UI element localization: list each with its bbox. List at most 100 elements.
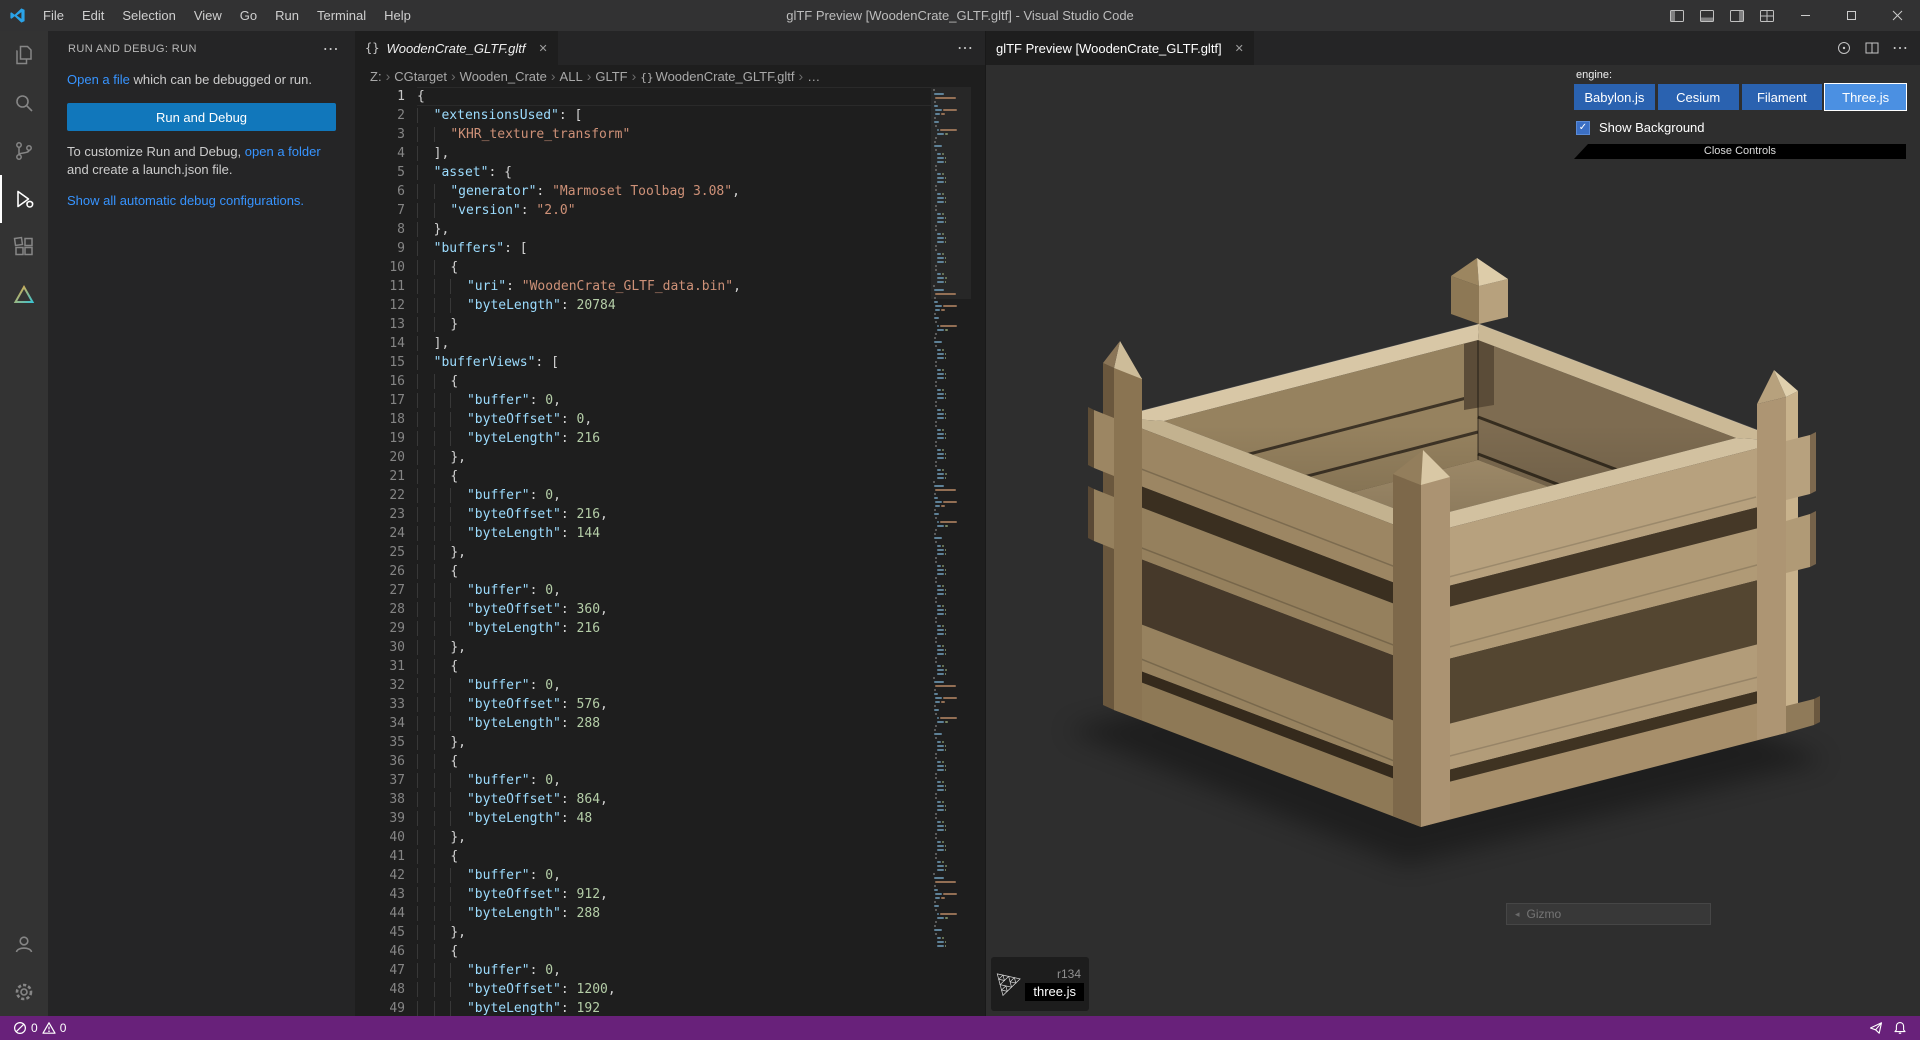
editor-tab-bar: {} WoodenCrate_GLTF.gltf ✕ ⋯	[355, 31, 985, 65]
line-number: 20	[389, 450, 405, 465]
minimap-row	[936, 593, 971, 595]
wooden-crate-3d-model[interactable]	[986, 65, 1920, 1016]
menu-selection[interactable]: Selection	[113, 0, 184, 31]
minimap-row	[936, 369, 971, 371]
minimap-row	[936, 605, 971, 607]
close-controls-button[interactable]: Close Controls	[1574, 144, 1906, 159]
source-control-icon[interactable]	[0, 127, 48, 175]
breadcrumb-item[interactable]: Wooden_Crate	[460, 69, 547, 84]
line-number: 9	[397, 241, 405, 256]
code-line: "byteLength": 144	[417, 524, 931, 543]
code-line: "byteOffset": 1200,	[417, 980, 931, 999]
minimap-row	[936, 913, 971, 915]
breadcrumb-item[interactable]: ALL	[560, 69, 583, 84]
breadcrumb-item[interactable]: Z:	[370, 69, 382, 84]
customize-paragraph: To customize Run and Debug, open a folde…	[67, 143, 336, 179]
breadcrumb-item[interactable]: CGtarget	[394, 69, 447, 84]
run-and-debug-button[interactable]: Run and Debug	[67, 103, 336, 131]
split-editor-icon[interactable]	[1864, 40, 1880, 56]
notifications-bell-icon[interactable]	[1890, 1021, 1910, 1035]
engine-button-threejs[interactable]: Three.js	[1824, 83, 1907, 111]
editor-scrollbar[interactable]	[971, 87, 985, 1016]
account-icon[interactable]	[0, 920, 48, 968]
minimap-row	[935, 637, 971, 639]
line-number: 17	[389, 393, 405, 408]
minimap-row	[935, 505, 971, 507]
breadcrumb-item[interactable]: {} WoodenCrate_GLTF.gltf	[640, 69, 794, 84]
problems-status[interactable]: 0 0	[10, 1016, 69, 1040]
engine-button-filament[interactable]: Filament	[1741, 84, 1823, 110]
minimap-row	[935, 425, 971, 427]
threejs-logo-icon	[996, 973, 1021, 997]
gltf-action-icon[interactable]	[1836, 40, 1852, 56]
minimap-row	[935, 921, 971, 923]
show-background-checkbox[interactable]: ✓	[1576, 120, 1590, 135]
menu-run[interactable]: Run	[266, 0, 308, 31]
minimap-row	[934, 693, 971, 695]
editor-more-actions-icon[interactable]: ⋯	[957, 38, 973, 58]
search-icon[interactable]	[0, 79, 48, 127]
gizmo-dropdown[interactable]: ◂ Gizmo	[1506, 903, 1711, 925]
preview-tab-label: glTF Preview [WoodenCrate_GLTF.gltf]	[996, 40, 1222, 56]
minimap-row	[936, 609, 971, 611]
breadcrumb-separator: ›	[385, 68, 391, 84]
code-line: "asset": {	[417, 163, 931, 182]
open-a-folder-link[interactable]: open a folder	[245, 144, 321, 159]
minimap-row	[936, 473, 971, 475]
sidebar-more-actions-icon[interactable]: ⋯	[323, 39, 339, 59]
minimap-row	[934, 709, 971, 711]
code-editor[interactable]: 1 2 3 4 5 6 7 8 9 10 11 12 13 14 15 16 17 18 19 20 21 22 23 24 2…	[355, 87, 985, 1016]
code-line: "byteLength": 288	[417, 904, 931, 923]
editor-group-source: {} WoodenCrate_GLTF.gltf ✕ ⋯ Z: › CGtarget…	[355, 31, 985, 1016]
menu-help[interactable]: Help	[375, 0, 420, 31]
breadcrumb-item[interactable]: …	[807, 69, 820, 84]
maximize-button[interactable]	[1828, 0, 1874, 31]
minimap[interactable]	[931, 87, 971, 1016]
tab-gltf-preview[interactable]: glTF Preview [WoodenCrate_GLTF.gltf] ✕	[986, 31, 1254, 65]
line-number: 3	[397, 127, 405, 142]
code-line: "byteOffset": 576,	[417, 695, 931, 714]
toggle-sidebar-icon[interactable]	[1662, 0, 1692, 31]
explorer-icon[interactable]	[0, 31, 48, 79]
tab-close-icon[interactable]: ✕	[538, 42, 547, 55]
minimap-row	[936, 453, 971, 455]
minimize-button[interactable]	[1782, 0, 1828, 31]
minimap-row	[935, 661, 971, 663]
menu-file[interactable]: File	[34, 0, 73, 31]
menu-go[interactable]: Go	[231, 0, 266, 31]
minimap-row	[936, 761, 971, 763]
minimap-row	[936, 625, 971, 627]
minimap-row	[935, 657, 971, 659]
minimap-row	[935, 813, 971, 815]
breadcrumb-separator: ›	[798, 68, 804, 84]
line-number: 12	[389, 298, 405, 313]
minimap-row	[936, 433, 971, 435]
gltf-tools-icon[interactable]	[0, 271, 48, 319]
run-and-debug-icon[interactable]	[0, 175, 48, 223]
engine-button-babylonjs[interactable]: Babylon.js	[1574, 84, 1655, 110]
close-button[interactable]	[1874, 0, 1920, 31]
show-debug-configurations-link[interactable]: Show all automatic debug configurations.	[67, 192, 304, 210]
menu-terminal[interactable]: Terminal	[308, 0, 375, 31]
preview-more-actions-icon[interactable]: ⋯	[1892, 38, 1908, 58]
toggle-panel-icon[interactable]	[1692, 0, 1722, 31]
toggle-secondary-sidebar-icon[interactable]	[1722, 0, 1752, 31]
settings-gear-icon[interactable]	[0, 968, 48, 1016]
customize-layout-icon[interactable]	[1752, 0, 1782, 31]
code-lines[interactable]: { "extensionsUsed": [ "KHR_texture_trans…	[405, 87, 931, 1016]
open-a-file-link[interactable]: Open a file	[67, 72, 130, 87]
tab-woodencrate-gltf[interactable]: {} WoodenCrate_GLTF.gltf ✕	[355, 31, 558, 65]
menu-edit[interactable]: Edit	[73, 0, 113, 31]
gltf-preview-viewport[interactable]: engine: Babylon.js Cesium Filament Three.js…	[986, 65, 1920, 1016]
engine-button-cesium[interactable]: Cesium	[1657, 84, 1739, 110]
preview-tab-close-icon[interactable]: ✕	[1235, 42, 1244, 55]
code-line: },	[417, 543, 931, 562]
json-file-icon: {}	[365, 41, 380, 55]
feedback-icon[interactable]	[1866, 1021, 1886, 1035]
breadcrumb-item[interactable]: GLTF	[595, 69, 627, 84]
line-number: 28	[389, 602, 405, 617]
threejs-badge[interactable]: r134 three.js	[991, 957, 1089, 1011]
extensions-icon[interactable]	[0, 223, 48, 271]
code-line: },	[417, 828, 931, 847]
menu-view[interactable]: View	[185, 0, 231, 31]
